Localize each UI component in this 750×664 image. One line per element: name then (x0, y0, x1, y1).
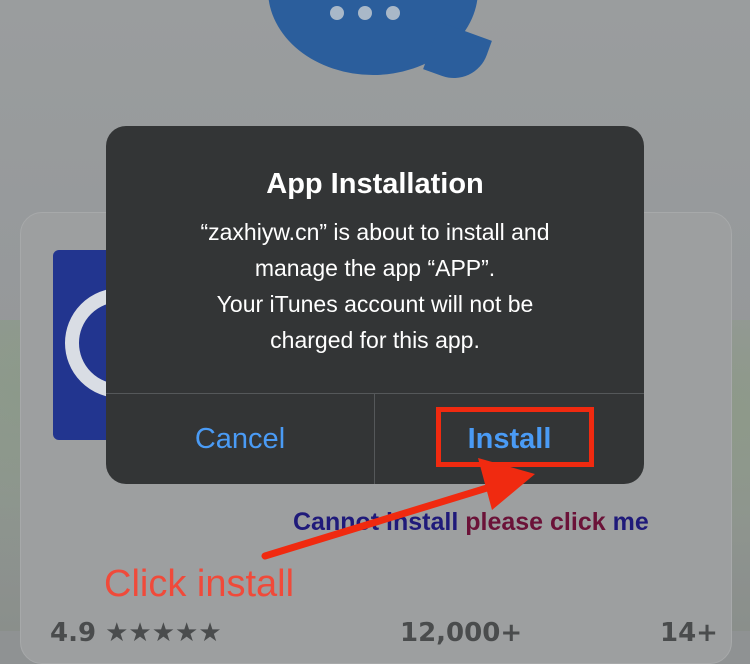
annotation-label: Click install (104, 563, 295, 605)
annotation-arrow-icon (261, 458, 535, 560)
